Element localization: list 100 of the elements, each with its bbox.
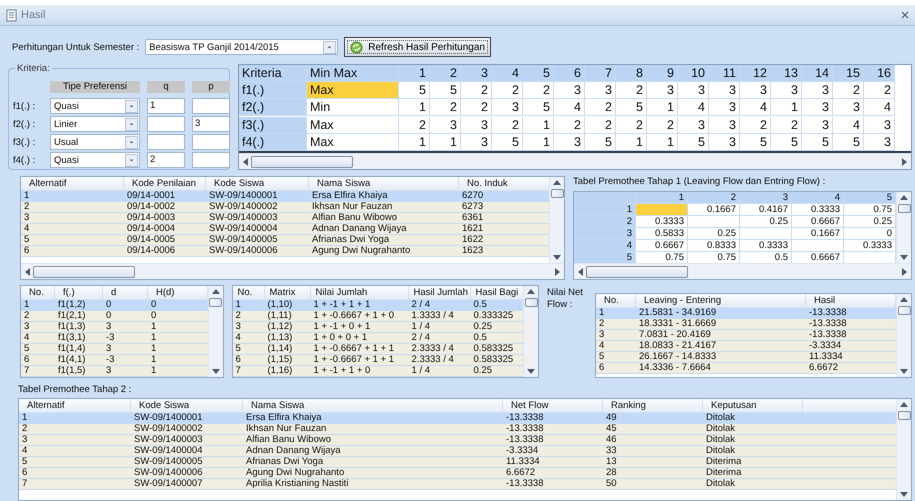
- down-arrow-icon[interactable]: [900, 492, 908, 497]
- table-row[interactable]: 2 f1(2,1) 0 0: [21, 311, 208, 322]
- table-row[interactable]: 1 SW-09/1400001 Ersa Elfira Khaiya -13.3338 49 Ditolak: [19, 413, 896, 424]
- table-row[interactable]: 5 f1(1,4) 3 1: [21, 344, 208, 355]
- table-row[interactable]: 2 (1,11) 1 + -0.6667 + 1 + 0 1.3333 / 4 0.333325: [232, 311, 523, 322]
- table-row[interactable]: 5 (1,14) 1 + -0.6667 + 1 + 1 2.3333 / 4 0.583325: [232, 344, 523, 355]
- column-header[interactable]: Hasil Jumlah: [408, 286, 471, 299]
- down-arrow-icon[interactable]: [900, 255, 908, 260]
- table-cell[interactable]: Max: [307, 82, 399, 100]
- down-arrow-icon[interactable]: [553, 255, 561, 260]
- column-header[interactable]: Ranking: [603, 399, 703, 412]
- table-row[interactable]: 6 f1(4,1) -3 1: [21, 355, 208, 366]
- q-field[interactable]: [147, 134, 185, 150]
- down-arrow-icon[interactable]: [527, 369, 535, 374]
- table-row[interactable]: 3 7.0831 - 20.4169 -13.3338: [596, 330, 896, 341]
- vertical-scrollbar[interactable]: [549, 177, 564, 263]
- column-header[interactable]: Leaving - Entering: [636, 294, 806, 307]
- table-row[interactable]: 5 09/14-0005 SW-09/1400005 Afrianas Dwi Yoga 1622: [21, 235, 549, 246]
- up-arrow-icon[interactable]: [212, 289, 220, 294]
- table-row[interactable]: 4 (1,13) 1 + 0 + 0 + 1 2 / 4 0.5: [232, 333, 523, 344]
- column-header[interactable]: Keputusan: [703, 399, 803, 412]
- table-row[interactable]: 2 18.3331 - 31.6669 -13.3338: [596, 319, 896, 330]
- table-row[interactable]: 5 SW-09/1400005 Afrianas Dwi Yoga 11.3334 13 Diterima: [19, 457, 896, 468]
- vertical-scrollbar[interactable]: [523, 286, 538, 377]
- table-row[interactable]: 3 09/14-0003 SW-09/1400003 Alfian Banu Wibowo 6361: [21, 213, 549, 224]
- vertical-scrollbar[interactable]: [208, 286, 223, 377]
- scroll-thumb[interactable]: [898, 204, 910, 213]
- table-row[interactable]: 1 21.5831 - 34.9169 -13.3338: [596, 308, 896, 319]
- table-row[interactable]: 3 (1,12) 1 + -1 + 0 + 1 1 / 4 0.25: [232, 322, 523, 333]
- scroll-thumb[interactable]: [550, 189, 564, 198]
- column-header[interactable]: Nama Siswa: [309, 177, 459, 190]
- table-row[interactable]: 2 SW-09/1400002 Ikhsan Nur Fauzan -13.3338 45 Ditolak: [19, 424, 896, 435]
- preference-type-dropdown[interactable]: Usual: [50, 134, 140, 150]
- q-field[interactable]: 1: [147, 98, 185, 114]
- table-row[interactable]: 4 09/14-0004 SW-09/1400004 Adnan Danang Wijaya 1621: [21, 224, 549, 235]
- column-header[interactable]: Net Flow: [503, 399, 603, 412]
- down-arrow-icon[interactable]: [900, 369, 908, 374]
- p-field[interactable]: [192, 134, 230, 150]
- scroll-thumb[interactable]: [209, 298, 222, 307]
- table-row[interactable]: 4 SW-09/1400004 Adnan Danang Wijaya -3.3334 33 Ditolak: [19, 446, 896, 457]
- up-arrow-icon[interactable]: [900, 402, 908, 407]
- column-header[interactable]: f(.): [55, 286, 103, 299]
- p-field[interactable]: [192, 152, 230, 168]
- scroll-thumb[interactable]: [524, 298, 538, 307]
- horizontal-scrollbar[interactable]: [239, 153, 911, 169]
- column-header[interactable]: No.: [232, 286, 265, 299]
- vertical-scrollbar[interactable]: [896, 192, 911, 263]
- table-row[interactable]: 3 f1(1,3) 3 1: [21, 322, 208, 333]
- table-row[interactable]: 6 09/14-0006 SW-09/1400006 Agung Dwi Nugrahanto 1623: [21, 246, 549, 257]
- table-row[interactable]: 1 f1(1,2) 0 0: [21, 300, 208, 311]
- preference-type-dropdown[interactable]: Linier: [50, 116, 140, 132]
- scroll-thumb[interactable]: [251, 156, 353, 168]
- table-cell[interactable]: Max: [307, 116, 399, 134]
- preference-type-dropdown[interactable]: Quasi: [50, 152, 140, 168]
- vertical-scrollbar[interactable]: [896, 294, 911, 377]
- table-row[interactable]: 4 18.0833 - 21.4167 -3.3334: [596, 341, 896, 352]
- right-arrow-icon[interactable]: [902, 158, 907, 166]
- table-row[interactable]: 7 f1(1,5) 3 1: [21, 366, 208, 377]
- preference-type-dropdown[interactable]: Quasi: [50, 98, 140, 114]
- vertical-scrollbar[interactable]: [896, 399, 911, 500]
- right-arrow-icon[interactable]: [902, 268, 907, 276]
- column-header[interactable]: Matrix: [264, 286, 311, 299]
- column-header[interactable]: Nilai Jumlah: [310, 286, 409, 299]
- column-header[interactable]: No.: [596, 294, 636, 307]
- column-header[interactable]: Kode Siswa: [206, 177, 309, 190]
- table-row[interactable]: 6 (1,15) 1 + -0.6667 + 1 + 1 2.3333 / 4 0.583325: [232, 355, 523, 366]
- left-arrow-icon[interactable]: [243, 158, 248, 166]
- p-field[interactable]: 3: [192, 116, 230, 132]
- refresh-button[interactable]: Refresh Hasil Perhitungan: [344, 37, 491, 57]
- p-field[interactable]: [192, 98, 230, 114]
- table-row[interactable]: 2 09/14-0002 SW-09/1400002 Ikhsan Nur Fauzan 6273: [21, 202, 549, 213]
- table-row[interactable]: 7 (1,16) 1 + -1 + 1 + 0 1 / 4 0.25: [232, 366, 523, 377]
- right-arrow-icon[interactable]: [555, 268, 560, 276]
- column-header[interactable]: Kode Penilaian: [124, 177, 206, 190]
- scroll-thumb[interactable]: [33, 266, 135, 278]
- table-cell[interactable]: Min: [307, 99, 399, 116]
- column-header[interactable]: Kode Siswa: [131, 399, 243, 412]
- scroll-thumb[interactable]: [586, 266, 688, 278]
- table-row[interactable]: 1 09/14-0001 SW-09/1400001 Ersa Elfira Khaiya 6270: [21, 191, 549, 202]
- up-arrow-icon[interactable]: [553, 180, 561, 185]
- left-arrow-icon[interactable]: [578, 268, 583, 276]
- table-row[interactable]: 6 SW-09/1400006 Agung Dwi Nugrahanto 6.6672 28 Diterima: [19, 468, 896, 479]
- column-header[interactable]: Alternatif: [19, 399, 131, 412]
- q-field[interactable]: 2: [147, 152, 185, 168]
- scroll-thumb[interactable]: [898, 306, 910, 315]
- table-row[interactable]: 1 (1,10) 1 + -1 + 1 + 1 2 / 4 0.5: [232, 300, 523, 311]
- table-cell[interactable]: Max: [307, 134, 399, 151]
- semester-dropdown[interactable]: Beasiswa TP Ganjil 2014/2015: [145, 39, 338, 55]
- horizontal-scrollbar[interactable]: [21, 263, 564, 279]
- table-row[interactable]: 5 26.1667 - 14.8333 11.3334: [596, 352, 896, 363]
- left-arrow-icon[interactable]: [25, 268, 30, 276]
- close-icon[interactable]: [901, 11, 909, 19]
- table-row[interactable]: 6 14.3336 - 7.6664 6.6672: [596, 363, 896, 374]
- up-arrow-icon[interactable]: [900, 297, 908, 302]
- column-header[interactable]: Nama Siswa: [243, 399, 503, 412]
- column-header[interactable]: No.: [21, 286, 55, 299]
- up-arrow-icon[interactable]: [527, 289, 535, 294]
- table-row[interactable]: 7 SW-09/1400007 Aprilia Kristianing Nastiti -13.3338 50 Ditolak: [19, 479, 896, 490]
- table-row[interactable]: 4 f1(3,1) -3 1: [21, 333, 208, 344]
- horizontal-scrollbar[interactable]: [574, 263, 911, 279]
